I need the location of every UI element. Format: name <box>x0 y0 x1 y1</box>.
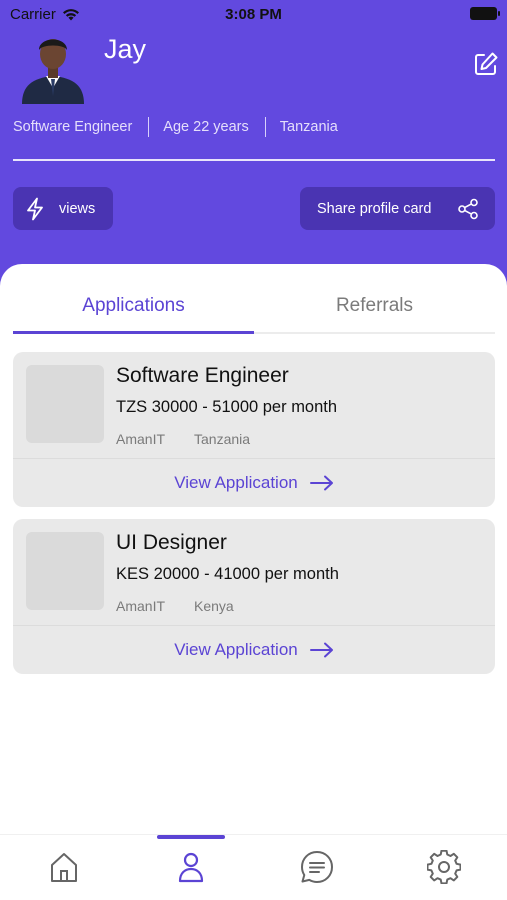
job-location: Kenya <box>194 598 234 614</box>
job-salary: TZS 30000 - 51000 per month <box>116 398 338 416</box>
profile-age: Age 22 years <box>163 119 249 135</box>
active-tab-indicator <box>13 331 254 334</box>
share-icon <box>458 198 478 219</box>
nav-settings[interactable] <box>426 849 462 885</box>
job-salary: KES 20000 - 41000 per month <box>116 565 339 583</box>
profile-icon <box>178 852 204 883</box>
view-application-link[interactable]: View Application <box>13 626 495 674</box>
arrow-right-icon <box>309 475 333 491</box>
battery-icon <box>470 7 500 20</box>
settings-icon <box>427 850 461 884</box>
avatar[interactable] <box>18 24 88 104</box>
nav-profile[interactable] <box>173 849 209 885</box>
meta-separator <box>264 117 266 137</box>
nav-home[interactable] <box>46 849 82 885</box>
profile-occupation: Software Engineer <box>13 119 133 135</box>
job-title: UI Designer <box>116 531 227 554</box>
company-logo-placeholder <box>26 365 104 443</box>
profile-meta: Software Engineer Age 22 years Tanzania <box>13 117 338 137</box>
nav-chat[interactable] <box>299 849 335 885</box>
application-card[interactable]: Software Engineer TZS 30000 - 51000 per … <box>13 352 495 507</box>
edit-profile-icon[interactable] <box>472 50 500 78</box>
share-label: Share profile card <box>317 200 432 217</box>
view-application-label: View Application <box>174 640 298 659</box>
header-divider <box>13 159 495 161</box>
job-company: AmanIT <box>116 431 166 447</box>
chat-icon <box>301 851 333 883</box>
view-application-label: View Application <box>174 473 298 492</box>
tab-bar: Applications Referrals <box>13 280 495 334</box>
job-company: AmanIT <box>116 598 166 614</box>
tab-referrals[interactable]: Referrals <box>254 280 495 332</box>
profile-name: Jay <box>104 34 147 64</box>
home-icon <box>51 853 77 882</box>
nav-active-indicator <box>157 835 225 839</box>
tab-track <box>254 332 495 334</box>
tab-applications[interactable]: Applications <box>13 280 254 332</box>
bottom-nav <box>0 834 507 900</box>
lightning-icon <box>27 197 43 220</box>
view-application-link[interactable]: View Application <box>13 459 495 507</box>
job-title: Software Engineer <box>116 364 289 387</box>
job-location: Tanzania <box>194 431 251 447</box>
status-time: 3:08 PM <box>225 6 282 23</box>
views-button[interactable]: views <box>13 187 113 230</box>
application-card[interactable]: UI Designer KES 20000 - 41000 per month … <box>13 519 495 674</box>
share-profile-card-button[interactable]: Share profile card <box>300 187 495 230</box>
views-label: views <box>59 200 96 217</box>
arrow-right-icon <box>309 642 333 658</box>
meta-separator <box>148 117 150 137</box>
company-logo-placeholder <box>26 532 104 610</box>
profile-country: Tanzania <box>279 119 338 135</box>
